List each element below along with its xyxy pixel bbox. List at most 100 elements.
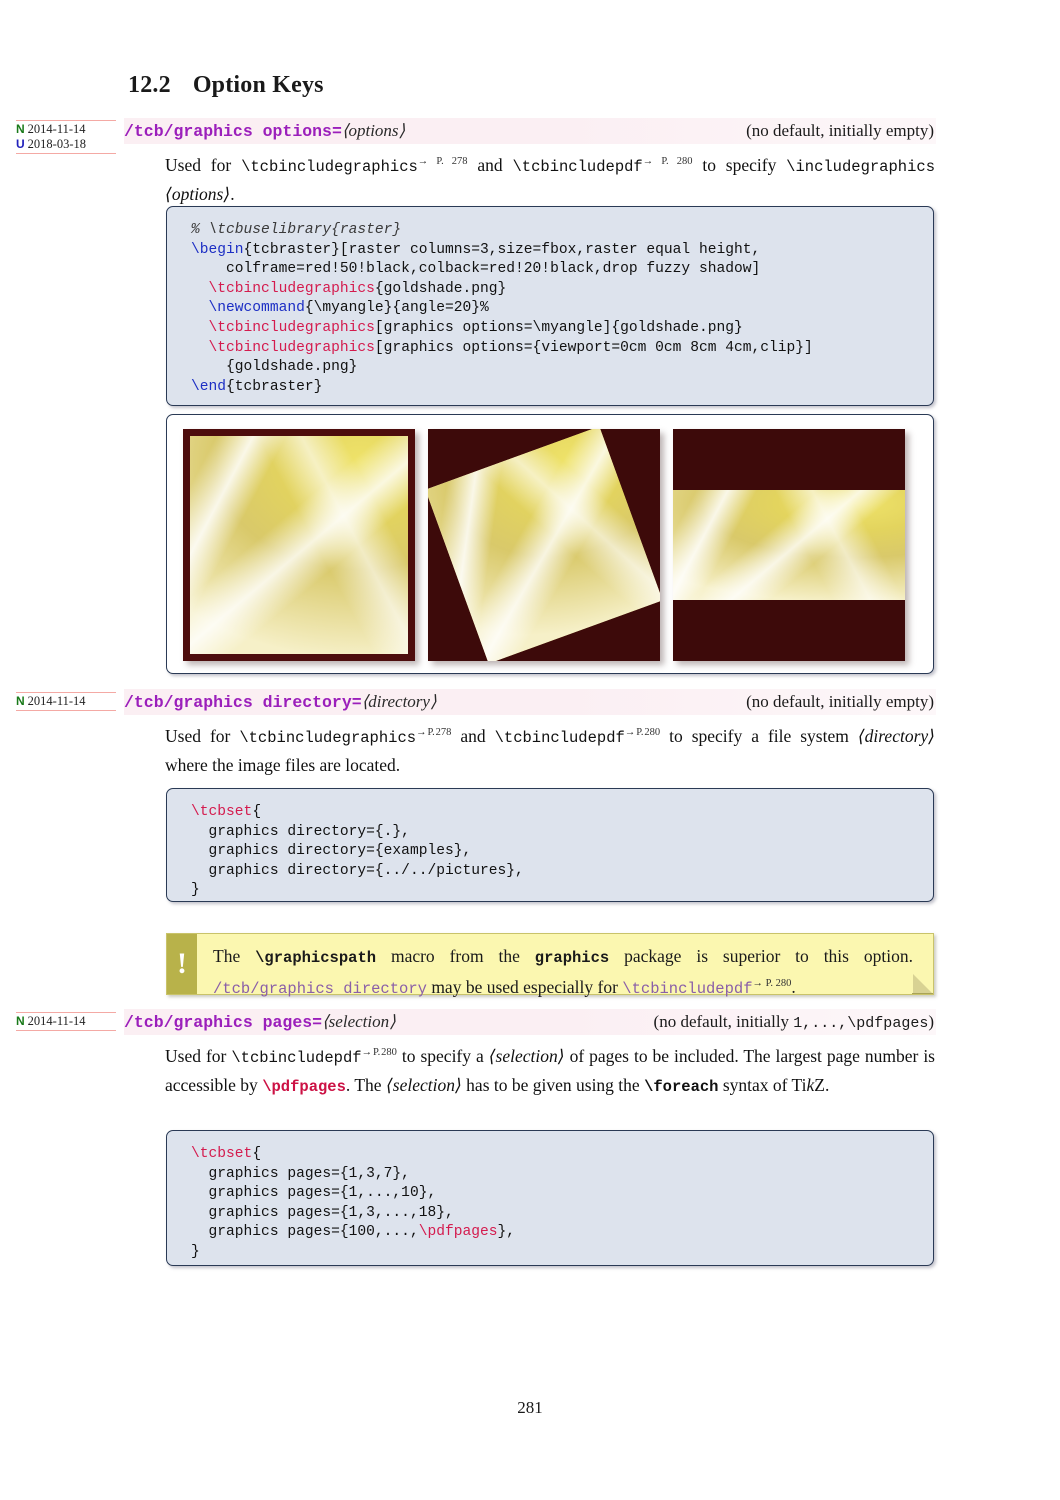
key-equals: = [331,122,342,141]
marker-tag-updated: U [16,137,25,151]
section-title: Option Keys [192,72,324,98]
key-description: Used for \tcbincludepdf→ P. 280 to speci… [165,1045,935,1096]
macro-pdfpages: \pdfpages [262,1077,346,1096]
code-macro: \tcbincludegraphics [208,319,375,336]
key-path: /tcb/graphics pages [124,1013,313,1032]
macro-tcbincludepdf: \tcbincludepdf [231,1048,362,1067]
key-name: /tcb/graphics directory=⟨directory⟩ [124,692,437,712]
key-name: /tcb/graphics options=⟨options⟩ [124,121,405,141]
note-box: ! The \graphicspath macro from the graph… [166,933,934,998]
macro-tcbincludepdf: \tcbincludepdf [512,157,643,176]
goldshade-image [190,436,408,654]
code-macro-end: \end [191,378,227,395]
code-example-box: \tcbset{ graphics directory={.}, graphic… [166,788,934,902]
key-argument: ⟨directory⟩ [361,692,437,711]
version-marker-row: N 2014-11-14 [16,694,116,709]
goldshade-image-clipped [673,490,905,600]
key-path: /tcb/graphics directory [124,693,352,712]
code-macro-begin: \begin [191,241,244,258]
key-path: /tcb/graphics options [124,122,332,141]
code-example-box: % \tcbuselibrary{raster} \begin{tcbraste… [166,206,934,406]
marker-tag-new: N [16,122,25,136]
page-fold-edge [912,973,933,994]
page-title: 12.2 Option Keys [128,72,324,99]
package-graphics: graphics [534,949,610,967]
marker-tag-new: N [16,1014,25,1028]
key-reference: /tcb/graphics directory [213,979,427,998]
macro-tcbincludepdf: \tcbincludepdf [622,979,753,998]
page-reference: → P. 280 [624,727,661,738]
key-default-note: (no default, initially 1,...,\pdfpages) [654,1012,936,1032]
key-argument: ⟨options⟩ [341,121,406,140]
note-line2-b: may be used especially for [426,976,623,997]
macro-tcbincludegraphics: \tcbincludegraphics [239,728,417,747]
example-result-box [166,414,934,674]
code-listing: % \tcbuselibrary{raster} \begin{tcbraste… [191,222,813,395]
document-page: 12.2 Option Keys N 2014-11-14 U 2018-03-18 … [0,0,1060,1500]
version-marker-row: N 2014-11-14 [16,122,116,137]
default-note-post: ) [928,1012,934,1031]
graphic-panel-rotated [428,429,660,661]
note-line1-a: The [213,946,256,966]
macro-foreach: \foreach [644,1077,719,1096]
desc-period: . [230,183,235,204]
goldshade-image-rotated [428,429,660,661]
macro-tcbincludepdf: \tcbincludepdf [494,728,625,747]
version-marker-row: N 2014-11-14 [16,1014,116,1029]
version-marker-row: U 2018-03-18 [16,137,116,152]
desc-text: Used for [165,154,242,175]
graphic-panel-plain [183,429,415,661]
key-equals: = [351,693,362,712]
key-definition-header: /tcb/graphics options=⟨options⟩ (no defa… [124,118,936,144]
key-description: Used for \tcbincludegraphics→ P. 278 and… [165,148,935,208]
marker-date: 2014-11-14 [27,694,86,708]
marker-date: 2014-11-14 [27,1014,86,1028]
key-definition-header: /tcb/graphics pages=⟨selection⟩ (no defa… [124,1009,936,1035]
desc-argument: ⟨selection⟩ [488,1045,565,1066]
section-number: 12.2 [128,72,171,98]
version-marker: N 2014-11-14 U 2018-03-18 [16,120,116,154]
note-line1-e: package is superior to this option. [609,946,913,966]
code-macro: \pdfpages [418,1224,498,1241]
page-number: 281 [517,1398,543,1417]
code-macro: \tcbset [191,1146,253,1162]
image-raster [167,415,933,673]
key-equals: = [312,1013,323,1032]
code-comment: % \tcbuselibrary{raster} [191,222,402,238]
page-reference: → P. 280 [642,156,693,167]
key-default-note: (no default, initially empty) [746,121,934,140]
key-description: Used for \tcbincludegraphics→ P. 278 and… [165,725,935,775]
code-macro: \tcbincludegraphics [208,339,375,356]
page-reference: → P. 278 [417,156,468,167]
code-example-box: \tcbset{ graphics pages={1,3,7}, graphic… [166,1130,934,1266]
code-macro: \tcbset [191,804,253,820]
key-default-note: (no default, initially empty) [746,692,934,711]
page-reference: → P. 280 [752,978,792,989]
code-listing: \tcbset{ graphics pages={1,3,7}, graphic… [191,1146,516,1260]
code-macro: \tcbincludegraphics [208,280,375,297]
version-marker: N 2014-11-14 [16,692,116,711]
desc-argument: ⟨selection⟩ [385,1074,462,1095]
desc-text: and [467,154,513,175]
code-listing: \tcbset{ graphics directory={.}, graphic… [191,804,524,899]
marker-date: 2018-03-18 [27,137,86,151]
desc-argument: ⟨directory⟩ [857,725,935,746]
graphic-panel-clipped [673,429,905,661]
note-text: The \graphicspath macro from the graphic… [197,934,933,998]
exclamation-mark-icon: ! [167,934,197,994]
code-macro: \newcommand [208,300,305,317]
note-line1-c: macro from the [376,946,535,966]
marker-date: 2014-11-14 [27,122,86,136]
marker-tag-new: N [16,694,25,708]
macro-graphicspath: \graphicspath [255,949,377,967]
desc-argument: ⟨options⟩ [165,183,231,204]
version-marker: N 2014-11-14 [16,1012,116,1031]
default-note-value: 1,...,\pdfpages [793,1015,929,1032]
key-definition-header: /tcb/graphics directory=⟨directory⟩ (no … [124,689,936,715]
page-reference: → P. 280 [361,1047,397,1058]
key-name: /tcb/graphics pages=⟨selection⟩ [124,1012,396,1032]
macro-tcbincludegraphics: \tcbincludegraphics [241,157,418,176]
key-argument: ⟨selection⟩ [322,1012,396,1031]
page-reference: → P. 278 [416,727,452,738]
desc-text: to specify [692,154,787,175]
